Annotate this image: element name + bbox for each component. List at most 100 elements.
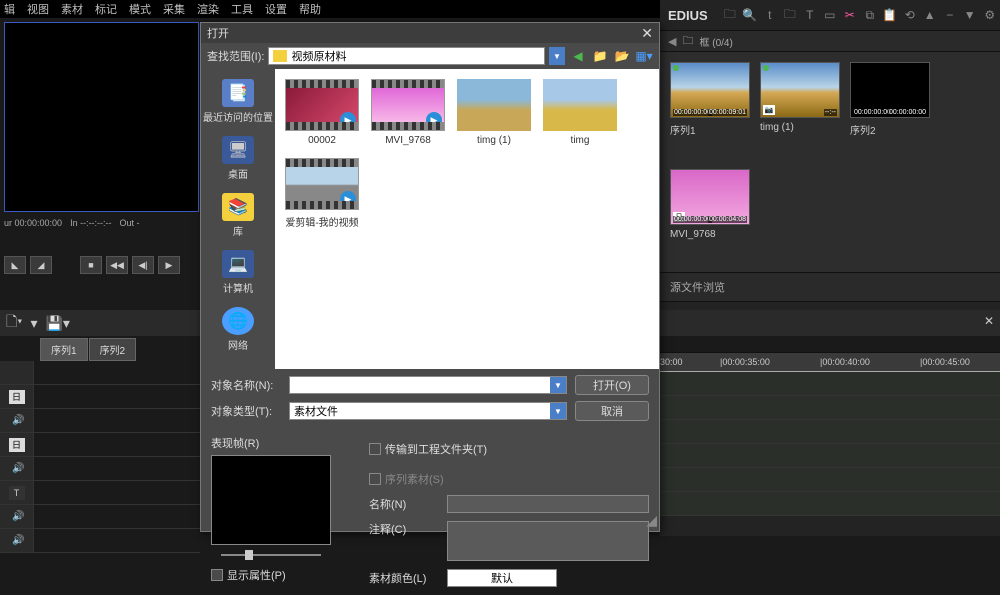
file-item[interactable]: ▶MVI_9768	[371, 79, 445, 146]
object-type-select[interactable]: 素材文件▼	[289, 402, 567, 420]
track-lane[interactable]	[660, 492, 1000, 516]
sidebar-library[interactable]: 📚库	[201, 187, 275, 244]
show-props-checkbox[interactable]	[211, 569, 223, 581]
cut-icon[interactable]: ✂	[842, 7, 858, 23]
chevron-down-icon[interactable]: ▼	[550, 403, 566, 419]
clip-color-label: 素材颜色(L)	[369, 570, 439, 586]
track-lane[interactable]	[660, 420, 1000, 444]
save-icon[interactable]: 💾▾	[45, 315, 69, 332]
bottom-icon[interactable]: ▼	[962, 7, 978, 23]
menu-tools[interactable]: 工具	[231, 1, 253, 17]
file-item[interactable]: timg (1)	[457, 79, 531, 146]
search-icon[interactable]: 🔍	[742, 7, 758, 23]
transfer-label: 传输到工程文件夹(T)	[385, 441, 487, 457]
chevron-down-icon[interactable]: ▼	[550, 377, 566, 393]
object-name-input[interactable]: ▼	[289, 376, 567, 394]
file-item[interactable]: timg	[543, 79, 617, 146]
speaker-icon[interactable]: 🔊	[12, 511, 24, 522]
preview-frame-label: 表现帧(R)	[211, 435, 361, 451]
track-lane[interactable]	[660, 372, 1000, 396]
minus-icon[interactable]: −	[942, 7, 958, 23]
bin-path: 框 (0/4)	[699, 34, 732, 49]
folder-icon[interactable]: 🗀	[722, 7, 738, 23]
track-v-badge[interactable]: 日	[9, 390, 25, 404]
bin-item[interactable]: 00:00:00:0000:00:00:00 序列2	[850, 62, 930, 159]
title-icon[interactable]: ▭	[822, 7, 838, 23]
menu-mode[interactable]: 模式	[129, 1, 151, 17]
stop-button[interactable]: ■	[80, 256, 102, 274]
tc-out: Out -	[120, 218, 140, 228]
text-icon[interactable]: T	[802, 7, 818, 23]
chevron-down-icon[interactable]: ▼	[549, 47, 565, 65]
bin-item[interactable]: 00:00:00:0000:00:09:01 序列1	[670, 62, 750, 159]
cancel-button[interactable]: 取消	[575, 401, 649, 421]
track-t-badge[interactable]: T	[9, 486, 25, 500]
sidebar-recent[interactable]: 📑最近访问的位置	[201, 73, 275, 130]
sidebar-network[interactable]: 🌐网络	[201, 301, 275, 358]
menu-help[interactable]: 帮助	[299, 1, 321, 17]
back-icon[interactable]: ◀	[569, 48, 587, 64]
bin-item[interactable]: 📷--:-- timg (1)	[760, 62, 840, 159]
timeline-ruler[interactable]: 30:00 |00:00:35:00 |00:00:40:00 |00:00:4…	[660, 352, 1000, 372]
transfer-checkbox[interactable]	[369, 443, 381, 455]
clip-color-button[interactable]: 默认	[447, 569, 557, 587]
up-icon[interactable]: 📁	[591, 48, 609, 64]
video-badge-icon: ▶	[340, 112, 356, 128]
prev-frame-button[interactable]: ◀|	[132, 256, 154, 274]
folder2-icon[interactable]: 🗀	[782, 7, 798, 23]
preview-slider[interactable]	[211, 549, 331, 561]
viewer-screen[interactable]	[4, 22, 199, 212]
edius-title: EDIUS	[668, 8, 708, 23]
tc-current: ur 00:00:00:00	[4, 218, 62, 228]
resize-grip-icon[interactable]: ◢	[646, 512, 657, 529]
source-browse-label[interactable]: 源文件浏览	[660, 272, 1000, 302]
open-button[interactable]: 打开(O)	[575, 375, 649, 395]
track-lane[interactable]	[660, 444, 1000, 468]
open-dialog: 打开 ✕ 查找范围(I): 视频原材料 ▼ ◀ 📁 📂 ▦▾ 📑最近访问的位置 …	[200, 22, 660, 532]
sidebar-computer[interactable]: 💻计算机	[201, 244, 275, 301]
open-icon[interactable]: ▾	[30, 315, 37, 332]
chevron-left-icon[interactable]: ◀	[668, 35, 676, 48]
mark-out-button[interactable]: ◢	[30, 256, 52, 274]
menu-settings[interactable]: 设置	[265, 1, 287, 17]
menu-edit[interactable]: 辑	[4, 1, 15, 17]
close-icon[interactable]: ✕	[641, 25, 653, 42]
bin-item[interactable]: 日00:00:00:0000:00:04:08 MVI_9768	[670, 169, 750, 262]
name-input[interactable]	[447, 495, 649, 513]
paste-icon[interactable]: 📋	[882, 7, 898, 23]
dialog-title: 打开	[207, 25, 229, 41]
menu-capture[interactable]: 采集	[163, 1, 185, 17]
file-item[interactable]: ▶爱剪辑-我的视频	[285, 158, 359, 229]
tab-sequence2[interactable]: 序列2	[89, 338, 137, 361]
path-combo[interactable]: 视频原材料	[268, 47, 545, 65]
menu-marker[interactable]: 标记	[95, 1, 117, 17]
rewind-button[interactable]: ◀◀	[106, 256, 128, 274]
gear-icon[interactable]: ⚙	[982, 7, 998, 23]
view-icon[interactable]: ▦▾	[635, 48, 653, 64]
tab-sequence1[interactable]: 序列1	[40, 338, 88, 361]
menu-view[interactable]: 视图	[27, 1, 49, 17]
new-icon[interactable]: 🗋▾	[6, 311, 22, 335]
object-type-label: 对象类型(T):	[211, 403, 281, 419]
note-input[interactable]	[447, 521, 649, 561]
undo-icon[interactable]: ⟲	[902, 7, 918, 23]
new-folder-icon[interactable]: 📂	[613, 48, 631, 64]
speaker-icon[interactable]: 🔊	[12, 463, 24, 474]
menu-clip[interactable]: 素材	[61, 1, 83, 17]
file-list[interactable]: ▶00002 ▶MVI_9768 timg (1) timg ▶爱剪辑-我的视频	[275, 69, 659, 369]
places-sidebar: 📑最近访问的位置 🖥桌面 📚库 💻计算机 🌐网络	[201, 69, 275, 369]
tag-icon[interactable]: t	[762, 7, 778, 23]
speaker-icon[interactable]: 🔊	[12, 535, 24, 546]
track-lane[interactable]	[660, 468, 1000, 492]
speaker-icon[interactable]: 🔊	[12, 415, 24, 426]
copy-icon[interactable]: ⧉	[862, 7, 878, 23]
file-item[interactable]: ▶00002	[285, 79, 359, 146]
sidebar-desktop[interactable]: 🖥桌面	[201, 130, 275, 187]
name-label: 名称(N)	[369, 496, 439, 512]
mark-in-button[interactable]: ◣	[4, 256, 26, 274]
track-v-badge[interactable]: 日	[9, 438, 25, 452]
close-icon[interactable]: ✕	[984, 314, 994, 328]
play-button[interactable]: ▶	[158, 256, 180, 274]
top-icon[interactable]: ▲	[922, 7, 938, 23]
menu-render[interactable]: 渲染	[197, 1, 219, 17]
